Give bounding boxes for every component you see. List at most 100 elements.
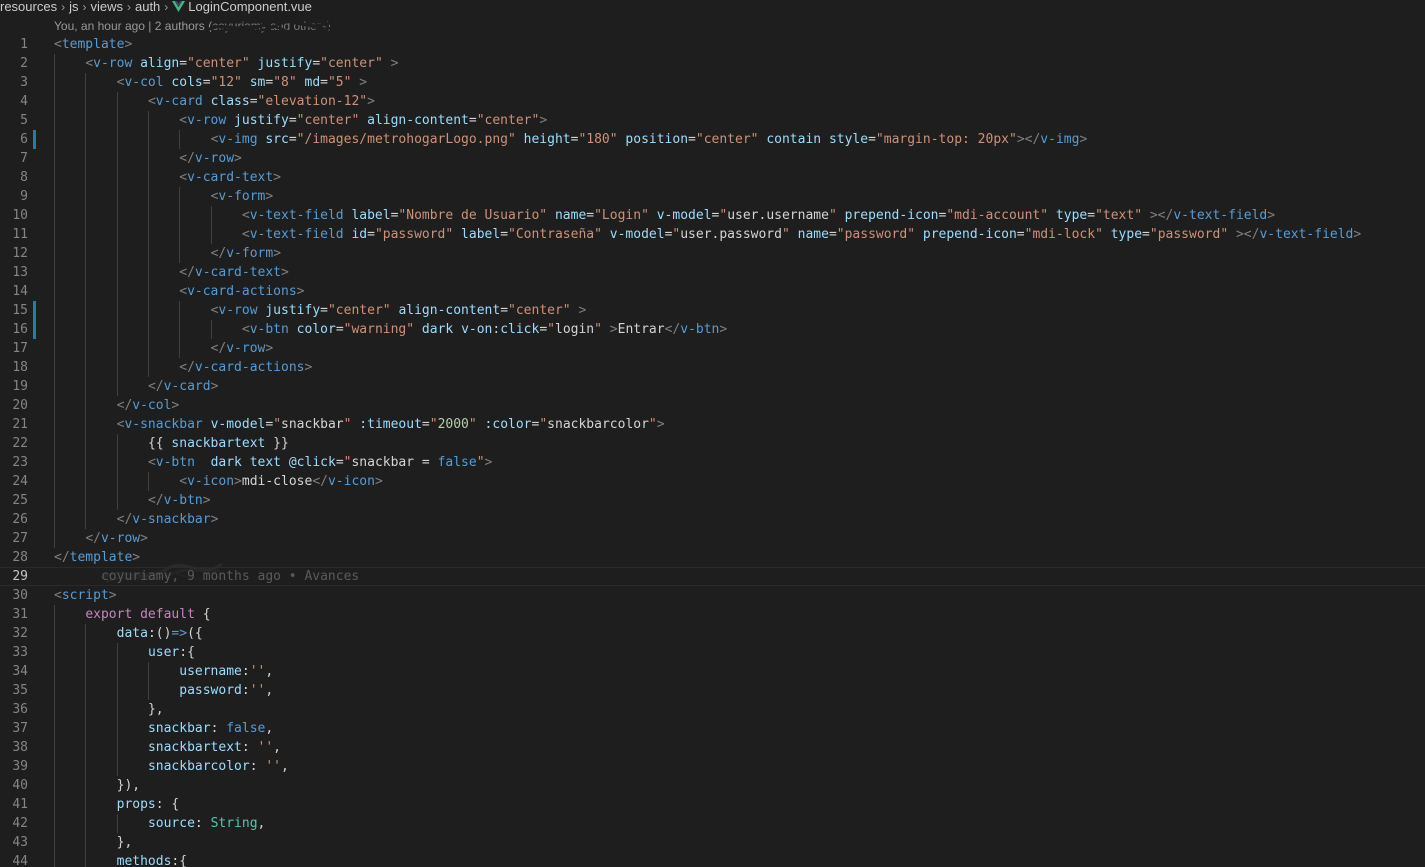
- indent-guide: [54, 111, 55, 130]
- indent-guide: [54, 377, 55, 396]
- code-token: snackbar =: [351, 455, 438, 470]
- code-line[interactable]: 4 <v-card class="elevation-12">: [0, 92, 1425, 111]
- modified-line-marker[interactable]: [33, 301, 36, 320]
- git-blame-codelens[interactable]: You, an hour ago | 2 authors (coyuriamy …: [54, 18, 331, 34]
- indent-guide: [54, 244, 55, 263]
- indent-guide: [54, 529, 55, 548]
- modified-line-marker[interactable]: [33, 320, 36, 339]
- code-token: '': [257, 740, 274, 755]
- code-token: <: [54, 588, 62, 603]
- code-line[interactable]: 1 <template>: [0, 35, 1425, 54]
- indent-guide: [116, 377, 118, 396]
- code-line[interactable]: 43},: [0, 833, 1425, 852]
- indent-guide: [116, 244, 118, 263]
- code-token: script: [61, 588, 109, 603]
- code-line[interactable]: 33 user:{: [0, 643, 1425, 662]
- code-line[interactable]: 27 </v-row>: [0, 529, 1425, 548]
- code-line[interactable]: 26 </v-snackbar>: [0, 510, 1425, 529]
- code-line[interactable]: 24 <v-icon>mdi-close</v-icon>: [0, 472, 1425, 491]
- breadcrumb-segment[interactable]: js: [69, 0, 78, 13]
- code-token: ,: [265, 683, 274, 698]
- code-line[interactable]: 20 </v-col>: [0, 396, 1425, 415]
- code-line[interactable]: 5 <v-row justify="center" align-content="…: [0, 111, 1425, 130]
- breadcrumb-segment[interactable]: auth: [135, 0, 160, 13]
- code-line[interactable]: 36},: [0, 700, 1425, 719]
- code-line[interactable]: 22 {{ snackbartext }}: [0, 434, 1425, 453]
- code-line[interactable]: 13 </v-card-text>: [0, 263, 1425, 282]
- code-token: =: [288, 132, 297, 147]
- code-line[interactable]: 30 <script>: [0, 586, 1425, 605]
- breadcrumb-segment[interactable]: views: [90, 0, 123, 13]
- code-line[interactable]: 23 <v-btn dark text @click= " snackbar = fa…: [0, 453, 1425, 472]
- code-line[interactable]: 15 <v-row justify="center" align-content=…: [0, 301, 1425, 320]
- code-token: Entrar: [617, 322, 665, 337]
- code-line[interactable]: 14 <v-card-actions>: [0, 282, 1425, 301]
- code-line[interactable]: 19 </v-card>: [0, 377, 1425, 396]
- code-token: false: [437, 455, 477, 470]
- code-line[interactable]: 34 username:'',: [0, 662, 1425, 681]
- indent-guide: [54, 852, 55, 867]
- code-line[interactable]: 42 source: String,: [0, 814, 1425, 833]
- code-line[interactable]: 38 snackbartext: '',: [0, 738, 1425, 757]
- code-token: =: [179, 56, 188, 71]
- code-line[interactable]: 35 password:'',: [0, 681, 1425, 700]
- code-token: snackbar: [147, 721, 211, 736]
- code-line[interactable]: 9 <v-form>: [0, 187, 1425, 206]
- code-token: ></: [1149, 208, 1174, 223]
- code-token: contain: [766, 132, 822, 147]
- code-line[interactable]: 29 coyuriamy, 9 months ago • Avances: [0, 567, 1425, 586]
- line-number: 21: [12, 417, 28, 432]
- breadcrumb-segment[interactable]: resources: [0, 0, 57, 13]
- code-token: prepend-icon: [844, 208, 939, 223]
- code-line[interactable]: 10 <v-text-field label="Nombre de Usuario…: [0, 206, 1425, 225]
- code-line[interactable]: 8 <v-card-text>: [0, 168, 1425, 187]
- indent-guide: [116, 339, 118, 358]
- code-token: "5": [327, 75, 352, 90]
- code-token: ></: [1235, 227, 1260, 242]
- code-line[interactable]: 44 methods:{: [0, 852, 1425, 867]
- code-token: <: [179, 113, 188, 128]
- indent-guide: [85, 719, 87, 738]
- code-line[interactable]: 11 <v-text-field id="password" label="Con…: [0, 225, 1425, 244]
- code-line[interactable]: 12 </v-form>: [0, 244, 1425, 263]
- indent-guide: [116, 719, 118, 738]
- code-token: "center": [320, 56, 383, 71]
- code-editor[interactable]: 1 <template> 2 <v-row align="center" justif…: [0, 35, 1425, 867]
- code-token: v-img: [1040, 132, 1080, 147]
- indent-guide: [54, 662, 55, 681]
- indent-guide: [85, 396, 87, 415]
- code-line[interactable]: 32 data:()=>({: [0, 624, 1425, 643]
- code-line[interactable]: 39 snackbarcolor: '',: [0, 757, 1425, 776]
- indent-guide: [85, 206, 87, 225]
- code-token: :color: [484, 417, 532, 432]
- breadcrumb-file[interactable]: LoginComponent.vue: [188, 0, 312, 13]
- code-token: login: [555, 322, 595, 337]
- code-line[interactable]: 21 <v-snackbar v-model="snackbar" :timeou…: [0, 415, 1425, 434]
- modified-line-marker[interactable]: [33, 130, 36, 149]
- code-line[interactable]: 2 <v-row align="center" justify="center" …: [0, 54, 1425, 73]
- code-token: justify: [257, 56, 313, 71]
- code-line[interactable]: 25 </v-btn>: [0, 491, 1425, 510]
- indent-guide: [85, 92, 87, 111]
- code-token: =: [288, 113, 297, 128]
- code-token: export: [85, 607, 133, 622]
- code-token: snackbartext: [147, 740, 242, 755]
- code-line[interactable]: 28 </template>: [0, 548, 1425, 567]
- code-line[interactable]: 41 props: {: [0, 795, 1425, 814]
- code-line[interactable]: 18 </v-card-actions>: [0, 358, 1425, 377]
- code-line[interactable]: 6 <v-img src="/images/metrohogarLogo.png"…: [0, 130, 1425, 149]
- code-line[interactable]: 31 export default {: [0, 605, 1425, 624]
- code-token: >: [124, 37, 133, 52]
- code-line[interactable]: 17 </v-row>: [0, 339, 1425, 358]
- code-line[interactable]: 7 </v-row>: [0, 149, 1425, 168]
- code-line[interactable]: 3 <v-col cols="12" sm="8" md="5" >: [0, 73, 1425, 92]
- code-line[interactable]: 16 <v-btn color="warning" dark v-on:click…: [0, 320, 1425, 339]
- code-line[interactable]: 37 snackbar: false,: [0, 719, 1425, 738]
- code-token: snackbar: [281, 417, 344, 432]
- code-line[interactable]: 40}),: [0, 776, 1425, 795]
